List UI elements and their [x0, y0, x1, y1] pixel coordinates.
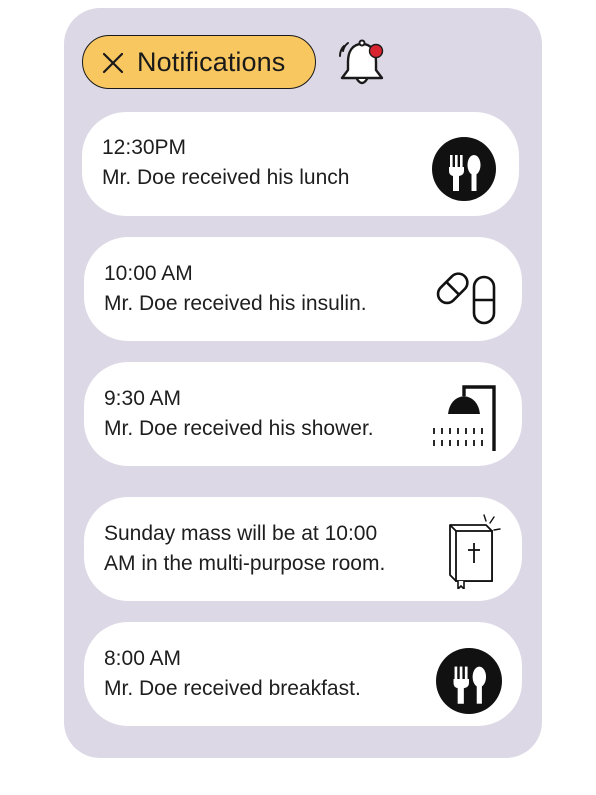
notification-message: Mr. Doe received his lunch	[102, 166, 350, 189]
notification-card[interactable]: Sunday mass will be at 10:00 AM in the m…	[84, 497, 522, 601]
utensils-icon	[436, 648, 502, 714]
notification-time: 12:30PM	[102, 136, 187, 159]
notification-message: Mr. Doe received breakfast.	[104, 677, 361, 700]
notification-time: 10:00 AM	[104, 262, 193, 285]
close-icon[interactable]	[101, 51, 125, 75]
notification-card[interactable]: 10:00 AM Mr. Doe received his insulin.	[84, 237, 522, 341]
notification-card[interactable]: 8:00 AM Mr. Doe received breakfast.	[84, 622, 522, 726]
bell-icon[interactable]	[336, 36, 388, 90]
close-notifications-button[interactable]: Notifications	[82, 35, 316, 89]
notification-message-continued: AM in the multi-purpose room.	[104, 552, 386, 575]
notification-card[interactable]: 9:30 AM Mr. Doe received his shower.	[84, 362, 522, 466]
notification-message: Mr. Doe received his insulin.	[104, 292, 367, 315]
notifications-title: Notifications	[137, 47, 286, 77]
notification-message: Sunday mass will be at 10:00	[104, 522, 378, 545]
notification-card[interactable]: 12:30PM Mr. Doe received his lunch	[82, 112, 519, 216]
notification-time: 9:30 AM	[104, 387, 182, 410]
bible-icon	[449, 514, 501, 589]
notification-message: Mr. Doe received his shower.	[104, 417, 374, 440]
notification-time: 8:00 AM	[104, 647, 182, 670]
shower-icon	[433, 385, 496, 451]
pills-icon	[436, 272, 496, 325]
utensils-icon	[432, 137, 496, 201]
